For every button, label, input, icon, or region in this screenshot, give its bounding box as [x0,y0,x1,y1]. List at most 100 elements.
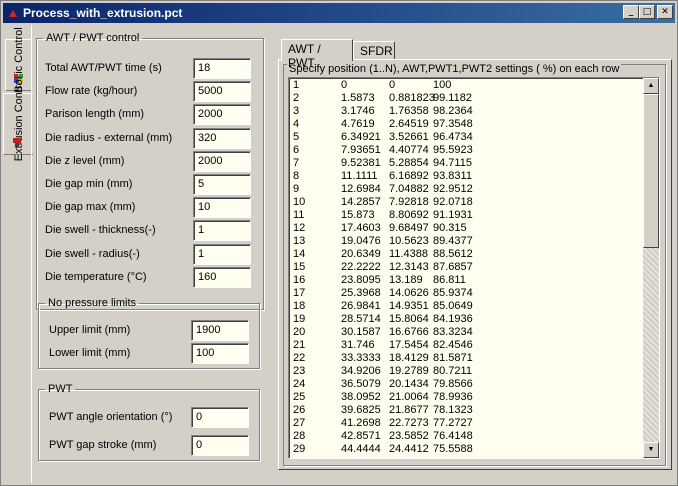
extruder-icon [13,138,21,147]
close-button[interactable]: ✕ [657,5,673,19]
list-cell: 39.6825 [341,404,381,416]
pwt-group: PWT PWT angle orientation (°) 0 PWT gap … [38,383,260,461]
field-label: PWT gap stroke (mm) [49,439,157,451]
list-cell: 26 [293,404,306,416]
list-cell: 19.2789 [389,365,429,377]
upper-limit-input[interactable]: 1900 [191,320,249,341]
field-row: Die gap min (mm) 5 [37,174,265,196]
list-cell: 0 [389,79,396,91]
lower-limit-input[interactable]: 100 [191,343,249,364]
app-icon [9,10,17,17]
window-title: Process_with_extrusion.pct [23,6,183,20]
no-pressure-limits-group: No pressure limits Upper limit (mm) 1900… [38,297,260,369]
list-cell: 27 [293,417,306,429]
die-gap-min-input[interactable]: 5 [193,174,251,195]
list-cell: 9.68497 [389,222,429,234]
list-cell: 9.52381 [341,157,381,169]
list-cell: 18 [293,300,306,312]
minimize-button[interactable]: _ [623,5,639,19]
list-cell: 0.881823 [389,92,435,104]
field-label: Die radius - external (mm) [45,132,173,144]
list-cell: 92.0718 [433,196,473,208]
list-cell: 88.5612 [433,248,473,260]
list-cell: 25.3968 [341,287,381,299]
vertical-scrollbar[interactable]: ▲ ▼ [643,78,659,458]
list-caption: Specify position (1..N), AWT,PWT1,PWT2 s… [287,63,622,75]
list-cell: 14.9351 [389,300,429,312]
list-cell: 6.34921 [341,131,381,143]
field-label: Flow rate (kg/hour) [45,85,138,97]
tab-awt-pwt[interactable]: AWT / PWT [281,39,353,70]
list-cell: 89.4377 [433,235,473,247]
list-cell: 31.746 [341,339,375,351]
list-cell: 11.1111 [341,170,378,182]
field-label: Die z level (mm) [45,155,125,167]
flow-rate-input[interactable]: 5000 [193,81,251,102]
list-cell: 9 [293,183,300,195]
total-awt-pwt-time-input[interactable]: 18 [193,58,251,79]
pwt-gap-stroke-input[interactable]: 0 [191,435,249,456]
list-cell: 12.6984 [341,183,381,195]
field-row: Flow rate (kg/hour) 5000 [37,81,265,103]
field-label: Lower limit (mm) [49,347,131,359]
list-cell: 3 [293,105,300,117]
list-cell: 20 [293,326,306,338]
list-cell: 15 [293,261,306,273]
scroll-down-button[interactable]: ▼ [643,442,659,458]
die-swell-radius-input[interactable]: 1 [193,244,251,265]
list-cell: 14 [293,248,306,260]
field-row: Die gap max (mm) 10 [37,197,265,219]
list-cell: 15.8064 [389,313,429,325]
scroll-up-button[interactable]: ▲ [643,78,659,94]
list-cell: 8.80692 [389,209,429,221]
list-cell: 10.5623 [389,235,429,247]
die-temperature-input[interactable]: 160 [193,267,251,288]
list-cell: 34.9206 [341,365,381,377]
list-cell: 18.4129 [389,352,429,364]
list-cell: 77.2727 [433,417,473,429]
title-bar[interactable]: Process_with_extrusion.pct _ □ ✕ [3,3,675,23]
list-cell: 1.76358 [389,105,429,117]
field-row: Die radius - external (mm) 320 [37,128,265,150]
scroll-thumb[interactable] [643,94,659,248]
die-z-level-input[interactable]: 2000 [193,151,251,172]
field-row: Lower limit (mm) 100 [39,343,261,365]
list-cell: 42.8571 [341,430,381,442]
list-cell: 90.315 [433,222,467,234]
list-cell: 38.0952 [341,391,381,403]
list-cell: 17 [293,287,306,299]
list-cell: 14.2857 [341,196,381,208]
list-cell: 19.0476 [341,235,381,247]
die-swell-thickness-input[interactable]: 1 [193,220,251,241]
list-cell: 7.92818 [389,196,429,208]
list-cell: 11 [293,209,305,221]
list-cell: 86.811 [433,274,466,286]
tab-sfdr[interactable]: SFDR [353,41,395,60]
side-tab-strip: Basic Control Extrusion Control [3,27,33,481]
maximize-button[interactable]: □ [639,5,655,19]
list-cell: 85.9374 [433,287,473,299]
field-row: Die z level (mm) 2000 [37,151,265,173]
list-cell: 4.7619 [341,118,375,130]
list-cell: 15.873 [341,209,375,221]
field-label: Total AWT/PWT time (s) [45,62,162,74]
list-cell: 5.28854 [389,157,429,169]
field-row: Die temperature (°C) 160 [37,267,265,289]
settings-listbox[interactable]: 29 44.4444 24.4412 75.5588 28 42.8571 23.5852 7… [288,77,660,459]
list-cell: 33.3333 [341,352,381,364]
list-cell: 1.5873 [341,92,375,104]
list-cell: 7.93651 [341,144,381,156]
field-label: PWT angle orientation (°) [49,411,173,423]
list-cell: 3.52661 [389,131,429,143]
list-cell: 78.9936 [433,391,473,403]
field-label: Die gap max (mm) [45,201,136,213]
list-cell: 20.6349 [341,248,381,260]
parison-length-input[interactable]: 2000 [193,104,251,125]
field-row: PWT angle orientation (°) 0 [39,407,261,429]
die-gap-max-input[interactable]: 10 [193,197,251,218]
pwt-angle-orientation-input[interactable]: 0 [191,407,249,428]
side-tab-extrusion-control[interactable]: Extrusion Control [3,77,33,161]
list-cell: 85.0649 [433,300,473,312]
list-cell: 22 [293,352,306,364]
die-radius-external-input[interactable]: 320 [193,128,251,149]
